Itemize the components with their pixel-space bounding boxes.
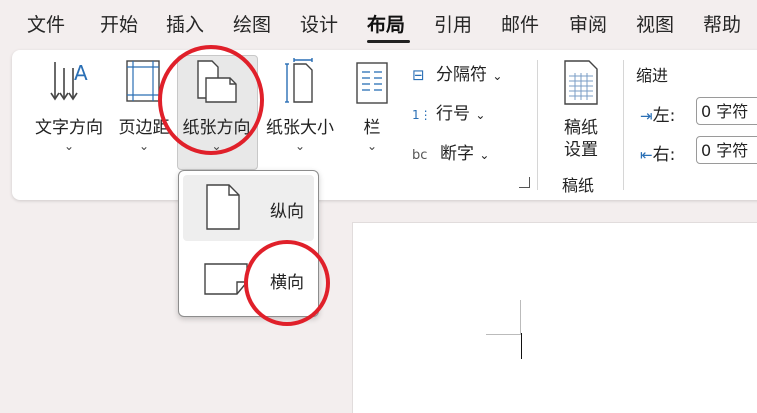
active-tab-indicator — [367, 40, 410, 43]
indent-left-icon: ⇥ — [640, 107, 653, 125]
text-direction-icon: A — [50, 61, 88, 101]
tab-help[interactable]: 帮助 — [703, 10, 741, 37]
ribbon-tab-bar: 文件 开始 插入 绘图 设计 布局 引用 邮件 审阅 视图 帮助 — [0, 0, 757, 50]
chevron-down-icon: ⌄ — [492, 69, 503, 83]
svg-text:A: A — [74, 61, 88, 85]
manuscript-paper-icon — [564, 60, 598, 105]
line-numbers-label: 行号 — [436, 104, 470, 124]
tab-home[interactable]: 开始 — [100, 10, 138, 37]
indent-right-icon: ⇤ — [640, 146, 653, 164]
indent-group-label: 缩进 — [636, 66, 669, 85]
tab-layout[interactable]: 布局 — [367, 10, 405, 37]
tab-design[interactable]: 设计 — [300, 10, 338, 37]
manuscript-settings-button[interactable]: 稿纸 设置 — [552, 55, 610, 165]
tab-mailings[interactable]: 邮件 — [501, 10, 539, 37]
portrait-page-icon — [206, 184, 240, 230]
breaks-button[interactable]: ⊟ 分隔符 ⌄ — [412, 60, 502, 85]
orientation-portrait-option[interactable]: 纵向 — [183, 175, 314, 241]
tab-view[interactable]: 视图 — [636, 10, 674, 37]
chevron-down-icon: ⌄ — [294, 139, 306, 153]
hyphenation-button[interactable]: bc 断字 ⌄ — [412, 139, 489, 164]
size-button[interactable]: 纸张大小 ⌄ — [262, 55, 338, 165]
size-label: 纸张大小 — [266, 118, 334, 138]
page-setup-dialog-launcher-icon[interactable] — [519, 177, 530, 188]
chevron-down-icon: ⌄ — [138, 139, 150, 153]
manuscript-group-label: 稿纸 — [562, 176, 595, 195]
hyphenation-label: 断字 — [440, 144, 474, 164]
tab-review[interactable]: 审阅 — [569, 10, 607, 37]
hyphenation-icon: bc — [412, 148, 428, 163]
highlight-circle-landscape — [244, 240, 330, 326]
chevron-down-icon: ⌄ — [479, 148, 490, 162]
tab-insert[interactable]: 插入 — [166, 10, 204, 37]
tab-draw[interactable]: 绘图 — [233, 10, 271, 37]
text-cursor — [521, 333, 522, 359]
line-numbers-icon: 1⋮ — [412, 108, 432, 122]
breaks-label: 分隔符 — [436, 65, 487, 85]
group-divider — [537, 60, 538, 190]
chevron-down-icon: ⌄ — [475, 108, 486, 122]
group-divider — [623, 60, 624, 190]
indent-left-input[interactable]: 0 字符 — [696, 97, 757, 125]
indent-right-input[interactable]: 0 字符 — [696, 136, 757, 164]
chevron-down-icon: ⌄ — [366, 139, 378, 153]
manuscript-label-line2: 设置 — [564, 140, 598, 160]
chevron-down-icon: ⌄ — [63, 139, 75, 153]
paper-size-icon — [285, 58, 313, 103]
tab-references[interactable]: 引用 — [434, 10, 472, 37]
text-direction-label: 文字方向 — [35, 118, 103, 138]
portrait-label: 纵向 — [270, 202, 304, 222]
indent-right-label: ⇤右: — [640, 145, 676, 165]
line-numbers-button[interactable]: 1⋮ 行号 ⌄ — [412, 99, 485, 124]
highlight-circle-orientation — [158, 45, 264, 155]
text-direction-button[interactable]: A 文字方向 ⌄ — [30, 55, 108, 165]
indent-left-label: ⇥左: — [640, 106, 676, 126]
breaks-icon: ⊟ — [412, 66, 425, 84]
columns-label: 栏 — [363, 118, 381, 138]
tab-file[interactable]: 文件 — [27, 10, 65, 37]
columns-icon — [356, 62, 388, 104]
columns-button[interactable]: 栏 ⌄ — [350, 55, 394, 165]
margin-corner-mark — [486, 300, 521, 335]
document-page[interactable] — [352, 222, 757, 413]
